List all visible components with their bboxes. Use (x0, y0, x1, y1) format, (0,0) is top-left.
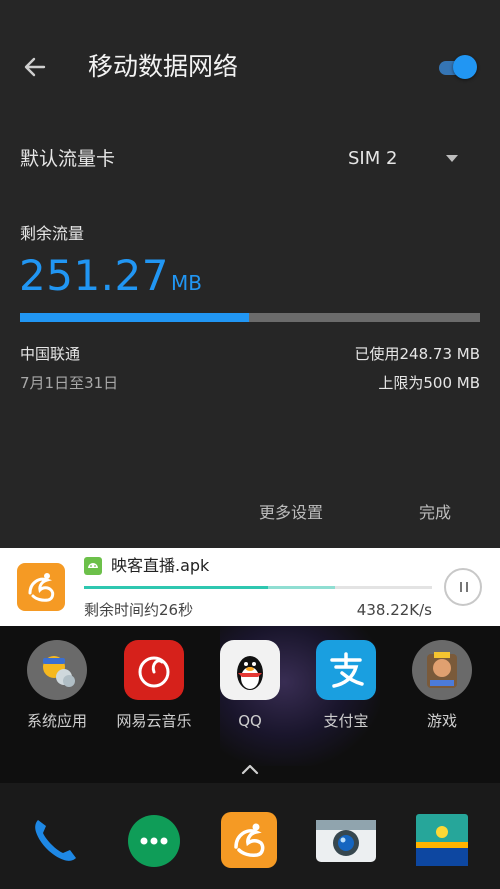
netease-music-icon (124, 640, 184, 700)
pause-icon (460, 582, 462, 592)
app-label: 网易云音乐 (116, 712, 192, 730)
gallery-icon[interactable] (414, 812, 470, 868)
app-label: 系统应用 (26, 712, 87, 730)
phone-icon[interactable] (28, 812, 84, 868)
mobile-data-toggle[interactable] (437, 54, 477, 82)
pause-download-button[interactable] (444, 568, 482, 606)
uc-browser-icon[interactable] (221, 812, 277, 868)
more-settings-button[interactable]: 更多设置 (259, 498, 323, 528)
app-label: QQ (238, 712, 262, 730)
data-limit: 上限为500 MB (378, 374, 480, 392)
app-drawer-chevron-up-icon[interactable] (240, 762, 260, 776)
app-netease-music[interactable]: 网易云音乐 (104, 640, 204, 732)
system-apps-folder-icon (27, 640, 87, 700)
app-qq[interactable]: QQ (200, 640, 300, 732)
uc-browser-icon (17, 563, 65, 611)
remaining-unit: MB (170, 271, 202, 295)
usage-progress-fill (20, 313, 249, 322)
default-card-label: 默认流量卡 (20, 148, 116, 170)
remaining-data-label: 剩余流量 (20, 224, 85, 243)
dropdown-caret-icon (446, 155, 458, 162)
hangouts-icon[interactable] (125, 812, 183, 870)
download-time-left: 剩余时间约26秒 (84, 601, 194, 619)
app-games-folder[interactable]: 游戏 (392, 640, 492, 732)
remaining-data-value: 251.27 MB (19, 250, 202, 302)
toggle-thumb (453, 55, 477, 79)
mobile-data-dialog: 移动数据网络 默认流量卡 SIM 2 剩余流量 251.27 MB 中国联通 7月… (0, 0, 500, 548)
download-progress-fill (84, 586, 269, 589)
games-folder-icon (412, 640, 472, 700)
camera-icon[interactable] (315, 812, 377, 868)
download-speed: 438.22K/s (356, 601, 432, 619)
billing-period: 7月1日至31日 (20, 374, 119, 392)
download-progress-bar (84, 586, 432, 589)
page-title: 移动数据网络 (88, 52, 239, 81)
android-icon (84, 557, 102, 575)
carrier-name: 中国联通 (20, 345, 81, 363)
qq-penguin-icon (220, 640, 280, 700)
back-arrow-icon[interactable] (18, 50, 52, 84)
sim-card-selected: SIM 2 (348, 148, 398, 169)
remaining-number: 251.27 (19, 251, 169, 300)
used-amount: 已使用248.73 MB (354, 345, 481, 363)
app-label: 支付宝 (323, 712, 369, 730)
app-alipay[interactable]: 支付宝 (296, 640, 396, 732)
sim-card-dropdown[interactable]: SIM 2 (348, 145, 468, 173)
top-bar: 移动数据网络 (0, 0, 500, 135)
app-label: 游戏 (426, 712, 457, 730)
done-button[interactable]: 完成 (419, 498, 451, 528)
alipay-icon (316, 640, 376, 700)
app-system-apps[interactable]: 系统应用 (7, 640, 107, 732)
download-file-name: 映客直播.apk (111, 556, 210, 575)
usage-progress-bar (20, 313, 480, 322)
